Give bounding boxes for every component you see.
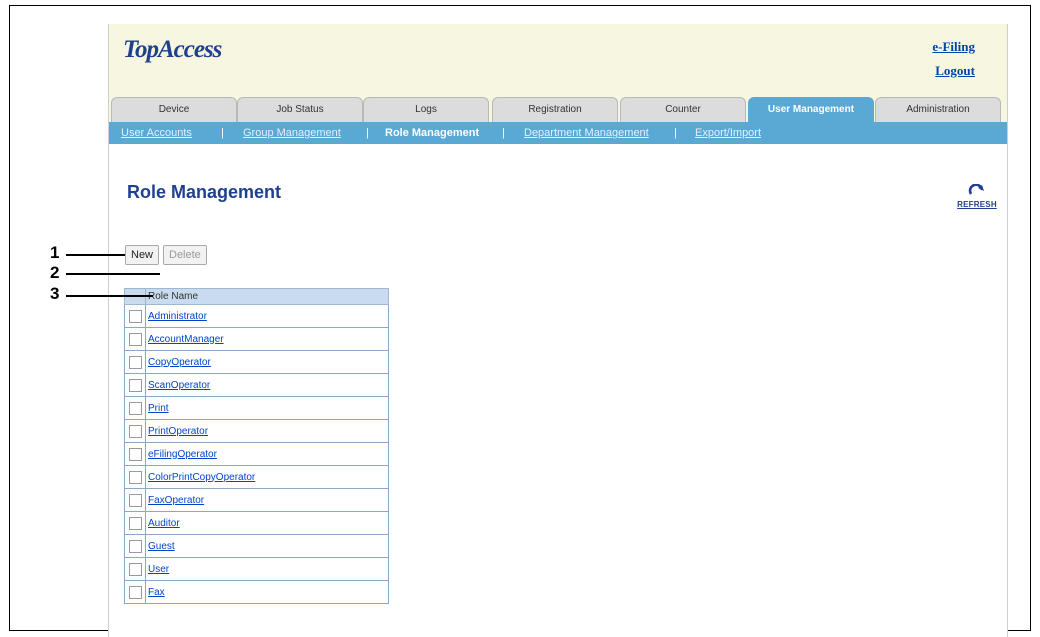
table-row: Auditor (124, 511, 389, 535)
row-checkbox[interactable] (128, 447, 142, 461)
roles-table: Role Name Administrator AccountManager C… (124, 288, 389, 604)
role-link[interactable]: Auditor (148, 518, 180, 529)
role-link[interactable]: ScanOperator (148, 380, 210, 391)
row-checkbox[interactable] (128, 516, 142, 530)
row-checkbox[interactable] (128, 401, 142, 415)
row-checkbox[interactable] (128, 470, 142, 484)
row-checkbox[interactable] (128, 562, 142, 576)
role-link[interactable]: Fax (148, 587, 165, 598)
sub-navigation: User Accounts | Group Management | Role … (109, 122, 1007, 144)
row-checkbox[interactable] (128, 378, 142, 392)
table-row: Administrator (124, 304, 389, 328)
row-checkbox[interactable] (128, 424, 142, 438)
subnav-separator: | (502, 127, 505, 139)
table-row: AccountManager (124, 327, 389, 351)
delete-button[interactable]: Delete (163, 245, 207, 265)
table-row: PrintOperator (124, 419, 389, 443)
role-link[interactable]: PrintOperator (148, 426, 208, 437)
new-button[interactable]: New (125, 245, 160, 265)
tab-registration[interactable]: Registration (492, 97, 618, 122)
table-header-row: Role Name (124, 288, 389, 305)
table-row: ColorPrintCopyOperator (124, 465, 389, 489)
row-checkbox[interactable] (128, 585, 142, 599)
subnav-department-management[interactable]: Department Management (524, 122, 649, 144)
efiling-link[interactable]: e-Filing (932, 39, 975, 55)
callout-1: 1 (50, 243, 60, 262)
row-checkbox[interactable] (128, 493, 142, 507)
row-checkbox[interactable] (128, 539, 142, 553)
refresh-button[interactable]: REFRESH (954, 184, 1000, 209)
table-row: Print (124, 396, 389, 420)
header-bar: TopAccess e-Filing Logout (109, 24, 1007, 97)
topaccess-logo: TopAccess (123, 36, 222, 63)
role-name-column-header[interactable]: Role Name (145, 288, 389, 305)
table-row: FaxOperator (124, 488, 389, 512)
role-link[interactable]: User (148, 564, 169, 575)
role-link[interactable]: Print (148, 403, 169, 414)
subnav-separator: | (674, 127, 677, 139)
role-link[interactable]: FaxOperator (148, 495, 204, 506)
callout-2: 2 (50, 263, 60, 282)
tab-logs[interactable]: Logs (363, 97, 489, 122)
subnav-user-accounts[interactable]: User Accounts (121, 122, 192, 144)
tab-counter[interactable]: Counter (620, 97, 746, 122)
table-row: Guest (124, 534, 389, 558)
role-link[interactable]: Guest (148, 541, 175, 552)
page-title: Role Management (127, 182, 282, 202)
row-checkbox[interactable] (128, 355, 142, 369)
refresh-label: REFRESH (957, 200, 997, 209)
row-checkbox[interactable] (128, 332, 142, 346)
row-checkbox[interactable] (128, 309, 142, 323)
role-link[interactable]: ColorPrintCopyOperator (148, 472, 255, 483)
table-row: User (124, 557, 389, 581)
subnav-role-management[interactable]: Role Management (385, 122, 479, 144)
table-row: CopyOperator (124, 350, 389, 374)
role-link[interactable]: eFilingOperator (148, 449, 217, 460)
callout-3: 3 (50, 284, 60, 303)
callout-2-line (66, 273, 160, 275)
subnav-separator: | (221, 127, 224, 139)
refresh-icon (968, 184, 984, 195)
main-tabs: Device Job Status Logs Registration Coun… (109, 97, 1007, 122)
subnav-separator: | (366, 127, 369, 139)
role-link[interactable]: AccountManager (148, 334, 224, 345)
tab-user-management[interactable]: User Management (748, 97, 874, 122)
table-row: Fax (124, 580, 389, 604)
tab-device[interactable]: Device (111, 97, 237, 122)
callout-1-line (66, 254, 125, 256)
tab-job-status[interactable]: Job Status (237, 97, 363, 122)
topaccess-window: TopAccess e-Filing Logout Device Job Sta… (108, 24, 1008, 637)
subnav-group-management[interactable]: Group Management (243, 122, 341, 144)
role-link[interactable]: Administrator (148, 311, 207, 322)
logout-link[interactable]: Logout (935, 63, 975, 79)
subnav-export-import[interactable]: Export/Import (695, 122, 761, 144)
callout-3-line (66, 295, 153, 297)
table-row: ScanOperator (124, 373, 389, 397)
tab-administration[interactable]: Administration (875, 97, 1001, 122)
table-row: eFilingOperator (124, 442, 389, 466)
role-link[interactable]: CopyOperator (148, 357, 211, 368)
